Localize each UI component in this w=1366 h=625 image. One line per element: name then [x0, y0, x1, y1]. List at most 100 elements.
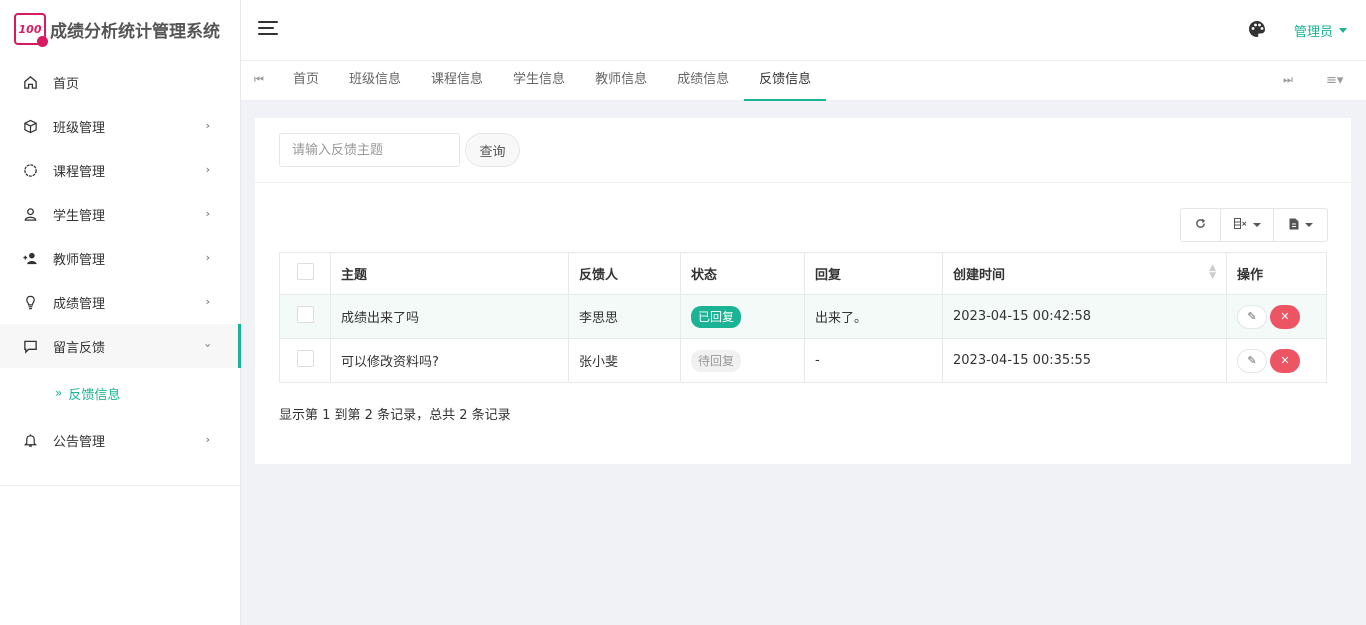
submenu-item-label: 反馈信息: [68, 387, 121, 403]
chevron-right-icon: ›: [205, 207, 210, 220]
column-header-subject[interactable]: 主题: [330, 252, 569, 295]
sidebar-item-label: 首页: [53, 76, 80, 92]
columns-icon: [1233, 218, 1247, 232]
sidebar-item-label: 班级管理: [53, 120, 106, 136]
close-icon: ✕: [1280, 354, 1290, 367]
delete-button[interactable]: ✕: [1270, 304, 1300, 329]
column-header-status[interactable]: 状态: [680, 252, 805, 295]
columns-button[interactable]: [1221, 209, 1274, 241]
user-name: 管理员: [1294, 25, 1334, 40]
row-checkbox[interactable]: [296, 350, 314, 367]
user-icon: [22, 206, 38, 222]
tab-scroll-right-icon[interactable]: ⏭: [1283, 73, 1293, 87]
tabs-bar: ⏮ 首页 班级信息 课程信息 学生信息 教师信息 成绩信息 反馈信息 ⏭ ≡▾: [241, 60, 1366, 101]
tab-scroll-left-icon[interactable]: ⏮: [254, 73, 264, 87]
sidebar-item-course[interactable]: 课程管理 ›: [0, 148, 240, 192]
user-plus-icon: [22, 250, 38, 266]
circle-icon: [22, 162, 38, 178]
tab-home[interactable]: 首页: [278, 61, 334, 101]
row-checkbox-cell: [279, 294, 331, 339]
sidebar-item-label: 课程管理: [53, 164, 106, 180]
menu-toggle-icon[interactable]: [258, 21, 278, 37]
sidebar-item-notice[interactable]: 公告管理 ›: [0, 418, 240, 462]
logo-icon: 100: [14, 13, 48, 47]
file-export-icon: [1289, 218, 1299, 233]
sidebar-item-teacher[interactable]: 教师管理 ›: [0, 236, 240, 280]
cell-created: 2023-04-15 00:35:55: [942, 338, 1227, 383]
sidebar-menu: 首页 班级管理 › 课程管理 › 学生管理 › 教师管理 › 成绩管理 › 留言…: [0, 60, 241, 462]
sidebar-item-student[interactable]: 学生管理 ›: [0, 192, 240, 236]
submenu-item-feedback-info[interactable]: » 反馈信息: [0, 368, 240, 418]
sidebar: 100 成绩分析统计管理系统 首页 班级管理 › 课程管理 › 学生管理 › 教…: [0, 0, 241, 625]
sidebar-item-label: 成绩管理: [53, 296, 106, 312]
pencil-icon: ✎: [1247, 354, 1257, 367]
user-menu[interactable]: 管理员: [1294, 21, 1348, 40]
tab-feedback-info[interactable]: 反馈信息: [744, 61, 827, 101]
table-row[interactable]: 可以修改资料吗? 张小斐 待回复 - 2023-04-15 00:35:55 ✎…: [279, 338, 1327, 383]
top-header: 管理员: [241, 0, 1366, 60]
sidebar-item-label: 学生管理: [53, 208, 106, 224]
cube-icon: [22, 118, 38, 134]
column-header-reply[interactable]: 回复: [804, 252, 943, 295]
tab-class-info[interactable]: 班级信息: [334, 61, 416, 101]
refresh-button[interactable]: [1181, 209, 1221, 241]
tab-student-info[interactable]: 学生信息: [498, 61, 580, 101]
edit-button[interactable]: ✎: [1237, 304, 1267, 329]
sidebar-item-label: 公告管理: [53, 434, 106, 450]
cell-subject: 可以修改资料吗?: [330, 338, 569, 383]
brand[interactable]: 100 成绩分析统计管理系统: [0, 0, 240, 58]
sidebar-item-label: 留言反馈: [53, 340, 106, 356]
table-row[interactable]: 成绩出来了吗 李思思 已回复 出来了。 2023-04-15 00:42:58 …: [279, 294, 1327, 339]
sort-icon[interactable]: ▲ ▼: [1209, 264, 1216, 281]
bell-icon: [22, 432, 38, 448]
sidebar-item-feedback[interactable]: 留言反馈 ›: [0, 324, 241, 368]
table-toolbar: [1180, 208, 1328, 242]
delete-button[interactable]: ✕: [1270, 348, 1300, 373]
cell-subject: 成绩出来了吗: [330, 294, 569, 339]
cell-created: 2023-04-15 00:42:58: [942, 294, 1227, 339]
column-header-label: 创建时间: [953, 268, 1006, 283]
tab-score-info[interactable]: 成绩信息: [662, 61, 744, 101]
caret-down-icon: [1339, 28, 1348, 33]
search-button[interactable]: 查询: [465, 133, 520, 167]
status-badge: 已回复: [691, 305, 742, 328]
feedback-table: 主题 反馈人 状态 回复 创建时间 ▲ ▼ 操作 成绩出来了吗 李思思 已回复 出…: [279, 252, 1327, 383]
bulb-icon: [22, 294, 38, 310]
content-panel: 查询 主题 反馈人 状态 回复: [255, 118, 1351, 464]
pagination-info: 显示第 1 到第 2 条记录，总共 2 条记录: [279, 408, 511, 423]
table-header-row: 主题 反馈人 状态 回复 创建时间 ▲ ▼ 操作: [279, 252, 1327, 295]
row-checkbox[interactable]: [296, 306, 314, 323]
cell-actions: ✎ ✕: [1226, 338, 1327, 383]
sidebar-item-score[interactable]: 成绩管理 ›: [0, 280, 240, 324]
chevron-right-icon: ›: [205, 163, 210, 176]
tab-course-info[interactable]: 课程信息: [416, 61, 498, 101]
palette-icon[interactable]: [1248, 20, 1266, 38]
cell-user: 李思思: [568, 294, 681, 339]
chevron-right-icon: ›: [205, 433, 210, 446]
tab-teacher-info[interactable]: 教师信息: [580, 61, 662, 101]
sidebar-item-home[interactable]: 首页: [0, 60, 240, 104]
search-input[interactable]: [279, 133, 460, 167]
tab-list: 首页 班级信息 课程信息 学生信息 教师信息 成绩信息 反馈信息: [278, 61, 827, 101]
select-all-checkbox[interactable]: [296, 263, 314, 280]
refresh-icon: [1195, 218, 1206, 232]
cell-status: 待回复: [680, 338, 805, 383]
app-title: 成绩分析统计管理系统: [50, 21, 220, 42]
column-header-created[interactable]: 创建时间 ▲ ▼: [942, 252, 1227, 295]
status-badge: 待回复: [691, 349, 742, 372]
export-button[interactable]: [1274, 209, 1327, 241]
cell-actions: ✎ ✕: [1226, 294, 1327, 339]
home-icon: [22, 74, 38, 90]
close-icon: ✕: [1280, 310, 1290, 323]
chevron-down-icon: ›: [201, 343, 215, 348]
cell-user: 张小斐: [568, 338, 681, 383]
divider: [0, 485, 240, 486]
column-header-user[interactable]: 反馈人: [568, 252, 681, 295]
sidebar-item-label: 教师管理: [53, 252, 106, 268]
tab-options-icon[interactable]: ≡▾: [1326, 73, 1343, 88]
edit-button[interactable]: ✎: [1237, 348, 1267, 373]
row-checkbox-cell: [279, 338, 331, 383]
column-header-actions: 操作: [1226, 252, 1327, 295]
sidebar-item-class[interactable]: 班级管理 ›: [0, 104, 240, 148]
select-all-checkbox-cell: [279, 252, 331, 295]
